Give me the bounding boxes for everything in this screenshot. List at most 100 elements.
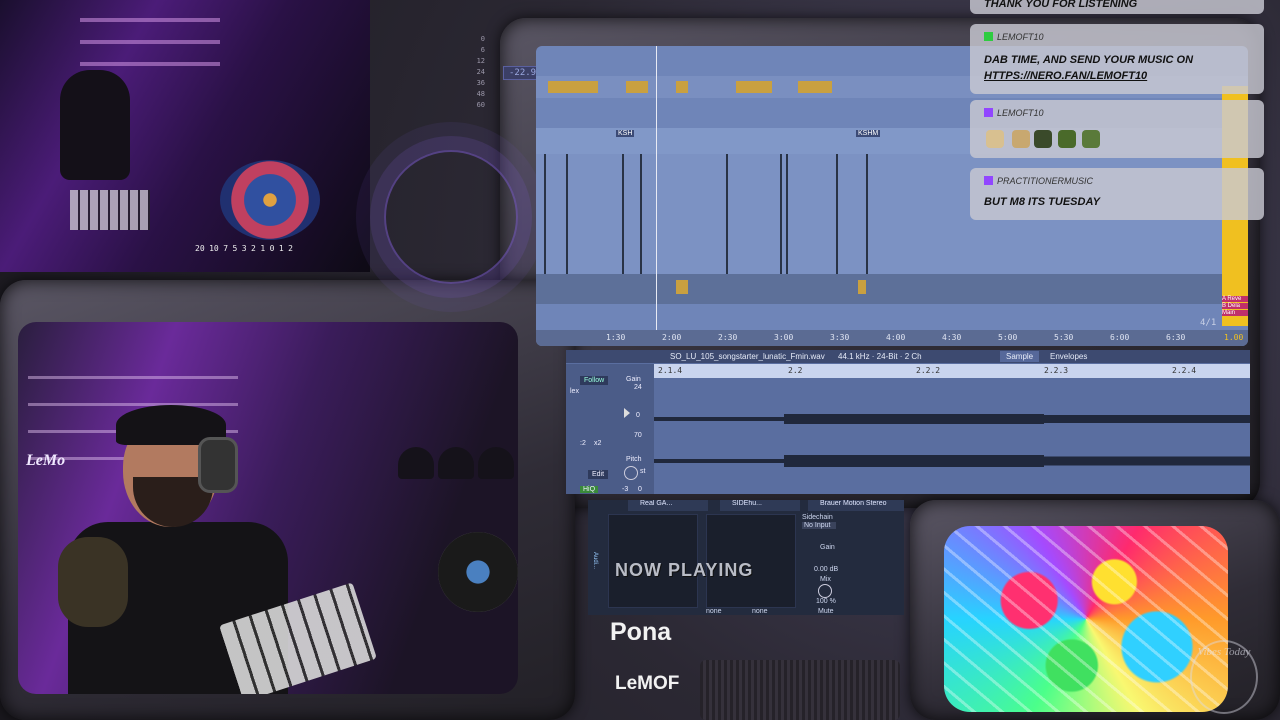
sidechain-input-select[interactable]: No Input xyxy=(802,522,837,529)
time-signature: 4/1 xyxy=(1200,318,1217,328)
follow-button[interactable]: Follow xyxy=(580,376,609,385)
moderator-badge-icon xyxy=(984,32,993,41)
level-tick: 36 xyxy=(476,79,485,87)
vu-tick: 1 xyxy=(260,244,266,253)
level-tick: 12 xyxy=(476,57,485,65)
double-button[interactable]: x2 xyxy=(594,440,601,447)
mix-value[interactable]: 100 % xyxy=(816,598,836,605)
ruler-tick: 2.2.3 xyxy=(1044,366,1069,375)
vu-tick: 0 xyxy=(269,244,275,253)
device-title[interactable]: Brauer Motion Stereo xyxy=(808,500,904,511)
clip-label: KSHM xyxy=(856,130,881,137)
warp-mode-select[interactable]: lex xyxy=(570,388,579,395)
pitch-value[interactable]: -3 xyxy=(622,486,628,493)
device-title[interactable]: SIDEhu... xyxy=(720,500,800,511)
level-tick: 48 xyxy=(476,90,485,98)
ruler-tick: 2.2.2 xyxy=(916,366,941,375)
waveform-right[interactable] xyxy=(654,446,1250,476)
secondary-webcam: 20 10 7 5 3 2 1 0 1 2 xyxy=(0,0,370,272)
device-chain[interactable]: Real GA... SIDEhu... Brauer Motion Stere… xyxy=(588,500,904,615)
sidechain-label: Sidechain xyxy=(802,514,833,521)
ruler-tick: 2.2 xyxy=(788,366,803,375)
channel-watermark: Vibes Today xyxy=(1190,640,1258,714)
chat-text: DAB TIME, AND SEND YOUR MUSIC ON xyxy=(984,54,1194,66)
twitch-badge-icon xyxy=(984,108,993,117)
clip-ruler[interactable]: 2.1.4 2.2 2.2.2 2.2.3 2.2.4 xyxy=(654,364,1250,378)
waveform-left[interactable] xyxy=(654,404,1250,434)
timeline-tick: 6:30 xyxy=(1166,333,1186,342)
level-tick: 6 xyxy=(480,46,485,54)
level-meter-scale: 0 6 12 24 36 48 60 xyxy=(455,34,485,111)
sample-file-info: 44.1 kHz · 24-Bit · 2 Ch xyxy=(838,352,922,361)
gain-label: Gain xyxy=(820,544,835,551)
timeline-tick: 1:30 xyxy=(606,333,626,342)
daw-clip-view[interactable]: SO_LU_105_songstarter_lunatic_Fmin.wav 4… xyxy=(566,350,1250,494)
track-label-a[interactable]: A Reve xyxy=(1222,296,1248,302)
automation-lane[interactable] xyxy=(536,274,1248,304)
pitch-knob[interactable] xyxy=(624,466,638,480)
half-button[interactable]: :2 xyxy=(580,440,586,447)
track-label-main[interactable]: Main xyxy=(1222,310,1248,316)
end-marker: 1.00 xyxy=(1224,333,1244,342)
gain-value[interactable]: 0.00 dB xyxy=(814,566,838,573)
timeline-tick: 4:30 xyxy=(942,333,962,342)
level-tick: 60 xyxy=(476,101,485,109)
vu-meter-scale: 20 10 7 5 3 2 1 0 1 2 xyxy=(195,238,355,272)
chat-link[interactable]: HTTPS://NERO.FAN/LEMOFT10 xyxy=(984,70,1147,82)
song-title: Pona xyxy=(610,618,672,646)
pitch-cents[interactable]: 0 xyxy=(638,486,642,493)
mute-button[interactable]: Mute xyxy=(818,608,834,615)
none-select[interactable]: none xyxy=(752,608,768,615)
timeline-tick: 6:00 xyxy=(1110,333,1130,342)
timeline-tick: 4:00 xyxy=(886,333,906,342)
clip-header: SO_LU_105_songstarter_lunatic_Fmin.wav 4… xyxy=(566,350,1250,363)
clip-label: KSH xyxy=(616,130,635,137)
microphone xyxy=(58,537,128,627)
album-art xyxy=(944,526,1228,712)
tab-sample[interactable]: Sample xyxy=(1000,351,1040,362)
track-labels: A Reve B Dela Main xyxy=(1222,296,1248,316)
vu-tick: 10 xyxy=(209,244,219,253)
vu-tick: 7 xyxy=(223,244,229,253)
chat-message: THANK YOU FOR LISTENING xyxy=(970,0,1264,14)
mix-label: Mix xyxy=(820,576,831,583)
mix-knob[interactable] xyxy=(818,584,832,598)
edit-button[interactable]: Edit xyxy=(588,470,609,479)
pitch-label: Pitch xyxy=(626,456,642,463)
hiq-button[interactable]: HiQ xyxy=(580,486,599,493)
playhead[interactable] xyxy=(656,46,657,346)
gain-fader[interactable] xyxy=(624,408,630,418)
level-tick: 0 xyxy=(480,35,485,43)
arrangement-timeline[interactable]: 1:30 2:00 2:30 3:00 3:30 4:00 4:30 5:00 … xyxy=(536,330,1248,346)
chat-username: LEMOFT10 xyxy=(984,108,1044,118)
speaker-grille xyxy=(700,660,900,720)
chat-username-text: LEMOFT10 xyxy=(997,32,1044,42)
vu-tick: 2 xyxy=(251,244,256,253)
device-title[interactable]: Real GA... xyxy=(628,500,708,511)
headphones xyxy=(198,437,238,493)
tab-envelopes[interactable]: Envelopes xyxy=(1044,351,1094,362)
track-label-b[interactable]: B Dela xyxy=(1222,303,1248,309)
chat-username-text: PRACTITIONERMUSIC xyxy=(997,176,1094,186)
clip-controls: Follow lex Gain 24 0 70 :2 x2 Pitch st E… xyxy=(566,364,654,494)
pitch-unit: st xyxy=(640,468,646,475)
radar-gauge-decoration xyxy=(384,150,518,284)
twitch-badge-icon xyxy=(984,176,993,185)
timeline-tick: 5:00 xyxy=(998,333,1018,342)
song-artist: LeMOF xyxy=(615,673,680,694)
chat-text: BUT M8 ITS TUESDAY xyxy=(984,196,1100,208)
sample-filename: SO_LU_105_songstarter_lunatic_Fmin.wav xyxy=(670,352,825,361)
emote-icon xyxy=(1058,130,1076,148)
none-select[interactable]: none xyxy=(706,608,722,615)
now-playing-label: NOW PLAYING xyxy=(615,560,754,580)
chat-message: LEMOFT10 xyxy=(970,100,1264,158)
side-label: Audi... xyxy=(592,552,598,570)
timeline-tick: 2:00 xyxy=(662,333,682,342)
chat-message: PRACTITIONERMUSIC BUT M8 ITS TUESDAY xyxy=(970,168,1264,220)
chat-message: LEMOFT10 DAB TIME, AND SEND YOUR MUSIC O… xyxy=(970,24,1264,94)
timeline-tick: 2:30 xyxy=(718,333,738,342)
turntable xyxy=(438,532,518,612)
gain-label: Gain xyxy=(626,376,641,383)
vu-tick: 1 xyxy=(278,244,284,253)
gain-value: 70 xyxy=(634,432,642,439)
